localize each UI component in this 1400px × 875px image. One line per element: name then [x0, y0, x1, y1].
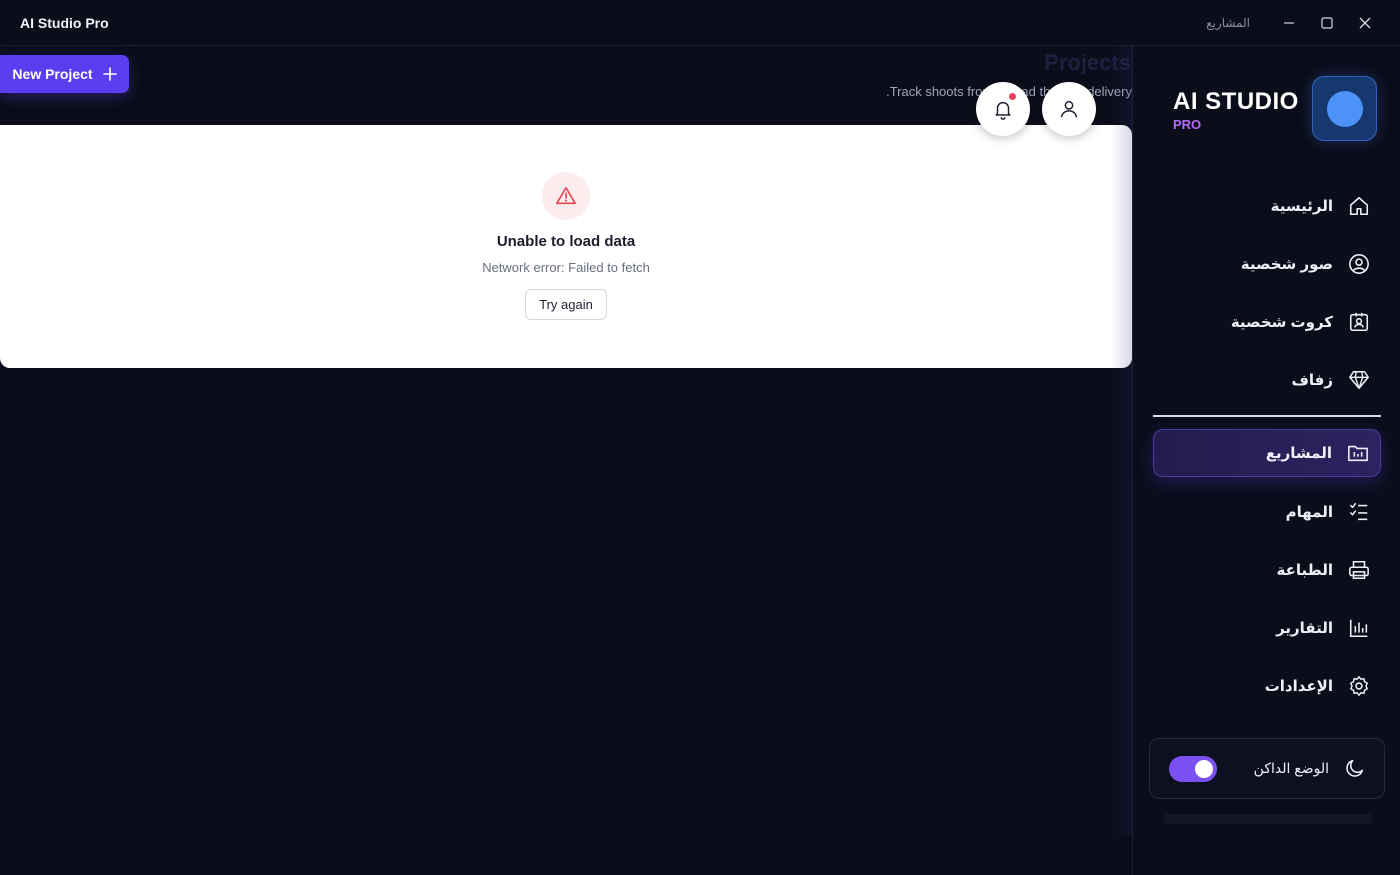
dark-mode-label: الوضع الداكن — [1253, 760, 1329, 776]
sidebar-item-projects[interactable]: المشاريع — [1153, 429, 1381, 477]
page-title: Projects — [1044, 50, 1131, 75]
brand-name: AI STUDIO — [1173, 88, 1299, 115]
sidebar-item-reports[interactable]: التقارير — [1153, 604, 1381, 652]
warning-triangle-icon — [555, 185, 577, 207]
profile-button[interactable] — [1042, 82, 1096, 136]
error-card: Unable to load data Network error: Faile… — [0, 125, 1132, 368]
brand-logo-dot — [1326, 90, 1363, 127]
sidebar-item-printing[interactable]: الطباعة — [1153, 546, 1381, 594]
toggle-knob — [1195, 760, 1213, 778]
title-bar: AI Studio Pro المشاريع — [0, 0, 1400, 46]
sidebar-item-label: صور شخصية — [1240, 256, 1333, 273]
new-project-label: New Project — [12, 66, 93, 82]
maximize-button[interactable] — [1312, 9, 1342, 37]
folder-chart-icon — [1346, 441, 1370, 465]
sidebar-item-tasks[interactable]: المهام — [1153, 488, 1381, 536]
sidebar-item-settings[interactable]: الإعدادات — [1153, 662, 1381, 710]
maximize-icon — [1321, 17, 1333, 29]
sidebar-item-label: التقارير — [1276, 620, 1333, 637]
sidebar-divider — [1153, 415, 1381, 417]
warning-badge — [542, 172, 590, 220]
sidebar-item-label: المشاريع — [1265, 445, 1332, 462]
sidebar: AI STUDIO PRO الرئيسية صور شخصية كروت شخ… — [1132, 46, 1400, 875]
error-title: Unable to load data — [496, 233, 636, 250]
dark-mode-toggle[interactable] — [1169, 756, 1217, 782]
close-icon — [1359, 17, 1371, 29]
sidebar-item-portraits[interactable]: صور شخصية — [1153, 240, 1381, 288]
close-button[interactable] — [1350, 9, 1380, 37]
task-list-icon — [1347, 500, 1371, 524]
gear-icon — [1347, 674, 1371, 698]
sidebar-item-label: المهام — [1285, 504, 1333, 521]
dark-mode-card: الوضع الداكن — [1149, 738, 1385, 799]
notifications-button[interactable] — [976, 82, 1030, 136]
minimize-icon — [1283, 17, 1295, 29]
minimize-button[interactable] — [1274, 9, 1304, 37]
sidebar-item-label: زفاف — [1291, 372, 1333, 389]
try-again-button[interactable]: Try again — [525, 289, 607, 320]
id-card-icon — [1347, 310, 1371, 334]
brand-logo — [1312, 76, 1377, 141]
user-icon — [1058, 98, 1080, 120]
sidebar-item-label: كروت شخصية — [1230, 314, 1333, 331]
diamond-icon — [1347, 368, 1371, 392]
home-icon — [1347, 194, 1371, 218]
plus-icon — [102, 67, 117, 81]
app-title: AI Studio Pro — [20, 15, 109, 31]
new-project-button[interactable]: New Project — [0, 55, 129, 93]
sidebar-item-id-cards[interactable]: كروت شخصية — [1153, 298, 1381, 346]
notification-dot — [1008, 92, 1017, 101]
error-message: Network error: Failed to fetch — [482, 260, 650, 275]
sidebar-item-home[interactable]: الرئيسية — [1153, 182, 1381, 230]
sidebar-item-label: الطباعة — [1276, 562, 1333, 579]
bell-icon — [992, 98, 1014, 120]
printer-icon — [1347, 558, 1371, 582]
sidebar-item-label: الإعدادات — [1264, 678, 1333, 695]
brand-subtitle: PRO — [1173, 117, 1202, 132]
user-circle-icon — [1347, 252, 1371, 276]
window-title: المشاريع — [1206, 16, 1250, 30]
bar-chart-icon — [1347, 616, 1371, 640]
sidebar-item-label: الرئيسية — [1270, 198, 1333, 215]
moon-icon — [1344, 757, 1366, 779]
sidebar-footer-shadow — [1163, 814, 1373, 824]
sidebar-item-wedding[interactable]: زفاف — [1153, 356, 1381, 404]
